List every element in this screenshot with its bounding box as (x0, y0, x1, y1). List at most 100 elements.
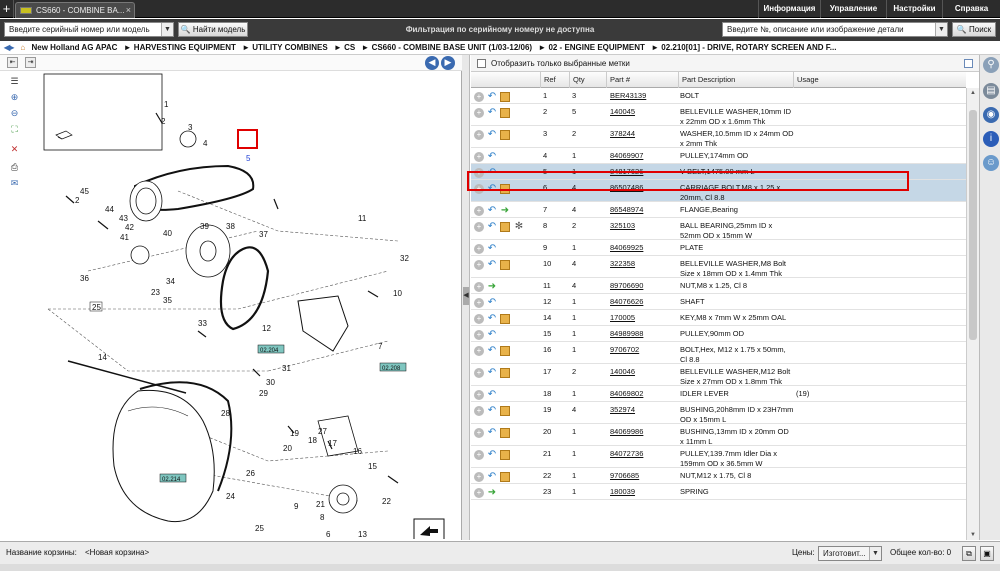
package-icon[interactable] (500, 92, 510, 102)
table-row[interactable]: + ↶ 3 2 378244 WASHER,10.5mm ID x 24mm OD x 2… (471, 126, 966, 148)
package-icon[interactable] (500, 108, 510, 118)
table-row[interactable]: + ↶ 2 5 140045 BELLEVILLE WASHER,10mm ID x 22… (471, 104, 966, 126)
table-row[interactable]: + ↶ 1 3 BER43139 BOLT (471, 88, 966, 104)
package-icon[interactable] (500, 346, 510, 356)
history-icon[interactable]: ↶ (487, 346, 497, 356)
history-icon[interactable]: ↶ (487, 260, 497, 270)
pane-splitter[interactable]: ◀ (462, 55, 470, 540)
table-row[interactable]: + ↶ 20 1 84069986 BUSHING,13mm ID x 20mm OD x… (471, 424, 966, 446)
scroll-down-icon[interactable]: ▼ (968, 530, 978, 540)
menu-help[interactable]: Справка (942, 0, 1000, 18)
history-icon[interactable]: ↶ (487, 168, 497, 178)
find-model-button[interactable]: 🔍 Найти модель (178, 22, 248, 37)
table-row[interactable]: + ↶ 21 1 84072736 PULLEY,139.7mm Idler Dia x … (471, 446, 966, 468)
package-icon[interactable] (500, 130, 510, 140)
history-icon[interactable]: ↶ (487, 406, 497, 416)
thumbnails-icon[interactable]: ☰ (8, 75, 21, 87)
add-to-basket-icon[interactable]: + (474, 130, 484, 140)
menu-settings[interactable]: Настройки (886, 0, 942, 18)
history-icon[interactable]: ↶ (487, 390, 497, 400)
home-icon[interactable]: ⌂ (20, 43, 25, 52)
table-row[interactable]: + ↶ 19 4 352974 BUSHING,20h8mm ID x 23H7mm OD… (471, 402, 966, 424)
add-to-basket-icon[interactable]: + (474, 314, 484, 324)
settings-icon[interactable]: ✻ (514, 222, 524, 232)
cell-part-number[interactable]: 378244 (610, 129, 676, 139)
history-icon[interactable]: ↶ (487, 222, 497, 232)
add-to-basket-icon[interactable]: + (474, 244, 484, 254)
cell-part-number[interactable]: 325103 (610, 221, 676, 231)
first-page-icon[interactable]: ⇤ (7, 57, 18, 68)
show-selected-checkbox[interactable] (477, 59, 486, 68)
globe-icon[interactable]: ◉ (983, 107, 999, 123)
cell-part-number[interactable]: 84069802 (610, 389, 676, 399)
add-to-basket-icon[interactable]: + (474, 368, 484, 378)
horizontal-scrollbar[interactable] (0, 564, 1000, 571)
package-icon[interactable] (500, 260, 510, 270)
parts-scrollbar[interactable]: ▲ ▼ (966, 88, 979, 540)
table-row[interactable]: + ↶ 4 1 84069907 PULLEY,174mm OD (471, 148, 966, 164)
zoom-in-icon[interactable]: ⊕ (8, 91, 21, 103)
table-row[interactable]: + ➜ 11 4 89706690 NUT,M8 x 1.25, Cl 8 (471, 278, 966, 294)
cell-part-number[interactable]: 89706690 (610, 281, 676, 291)
filter-icon[interactable]: ▤ (983, 83, 999, 99)
basket-name[interactable]: <Новая корзина> (85, 542, 149, 564)
collapse-arrow-icon[interactable]: ◀ (463, 287, 469, 305)
history-icon[interactable]: ↶ (487, 450, 497, 460)
prices-select[interactable]: Изготовит... ▼ (818, 546, 882, 561)
breadcrumb-item[interactable]: ► 02 - ENGINE EQUIPMENT (538, 43, 645, 52)
add-to-basket-icon[interactable]: + (474, 184, 484, 194)
table-row[interactable]: + ↶ ➜ 7 4 86548974 FLANGE,Bearing (471, 202, 966, 218)
menu-information[interactable]: Информация (758, 0, 820, 18)
history-icon[interactable]: ↶ (487, 330, 497, 340)
cell-part-number[interactable]: 140046 (610, 367, 676, 377)
add-to-basket-icon[interactable]: + (474, 428, 484, 438)
search-button[interactable]: 🔍 Поиск (952, 22, 996, 37)
search-icon[interactable]: ⚲ (983, 57, 999, 73)
prev-diagram-icon[interactable]: ◀ (425, 56, 439, 70)
expand-icon[interactable] (964, 59, 973, 68)
col-qty[interactable]: Qty (569, 72, 606, 88)
add-to-basket-icon[interactable]: + (474, 488, 484, 498)
table-row[interactable]: + ↶ 5 1 84817626 V-BELT,1475.00 mm L (471, 164, 966, 180)
package-icon[interactable] (500, 428, 510, 438)
part-search-select[interactable]: Введите №, описание или изображение дета… (722, 22, 948, 37)
users-icon[interactable]: ☺ (983, 155, 999, 171)
package-icon[interactable] (500, 314, 510, 324)
substitute-icon[interactable]: ➜ (487, 488, 497, 498)
breadcrumb-item[interactable]: New Holland AG APAC (31, 43, 117, 52)
history-icon[interactable]: ↶ (487, 152, 497, 162)
next-diagram-icon[interactable]: ▶ (441, 56, 455, 70)
table-row[interactable]: + ↶ ✻ 8 2 325103 BALL BEARING,25mm ID x 52mm O… (471, 218, 966, 240)
history-icon[interactable]: ↶ (487, 206, 497, 216)
col-ref[interactable]: Ref (540, 72, 569, 88)
fit-icon[interactable]: ⛶ (8, 123, 21, 135)
cell-part-number[interactable]: 84072736 (610, 449, 676, 459)
add-to-basket-icon[interactable]: + (474, 260, 484, 270)
print-icon[interactable]: ⎙ (8, 161, 21, 173)
breadcrumb-item[interactable]: ► CS (334, 43, 355, 52)
add-to-basket-icon[interactable]: + (474, 222, 484, 232)
add-to-basket-icon[interactable]: + (474, 346, 484, 356)
cell-part-number[interactable]: 84069907 (610, 151, 676, 161)
zoom-out-icon[interactable]: ⊖ (8, 107, 21, 119)
add-to-basket-icon[interactable]: + (474, 390, 484, 400)
table-row[interactable]: + ↶ 15 1 84989988 PULLEY,90mm OD (471, 326, 966, 342)
add-to-basket-icon[interactable]: + (474, 406, 484, 416)
cell-part-number[interactable]: 9706702 (610, 345, 676, 355)
add-to-basket-icon[interactable]: + (474, 108, 484, 118)
history-icon[interactable]: ↶ (487, 108, 497, 118)
table-row[interactable]: + ↶ 16 1 9706702 BOLT,Hex, M12 x 1.75 x 50mm,… (471, 342, 966, 364)
cell-part-number[interactable]: 352974 (610, 405, 676, 415)
col-usage[interactable]: Usage (793, 72, 966, 88)
cell-part-number[interactable]: 84069925 (610, 243, 676, 253)
chevron-down-icon[interactable]: ▼ (161, 23, 173, 36)
table-row[interactable]: + ➜ 23 1 180039 SPRING (471, 484, 966, 500)
close-tab-icon[interactable]: × (126, 3, 131, 18)
basket-icon[interactable]: ▣ (980, 546, 994, 561)
package-icon[interactable] (500, 184, 510, 194)
cell-part-number[interactable]: 84817626 (610, 167, 676, 177)
breadcrumb-item[interactable]: ► UTILITY COMBINES (242, 43, 328, 52)
table-row[interactable]: + ↶ 22 1 9706685 NUT,M12 x 1.75, Cl 8 (471, 468, 966, 484)
package-icon[interactable] (500, 450, 510, 460)
history-icon[interactable]: ↶ (487, 368, 497, 378)
